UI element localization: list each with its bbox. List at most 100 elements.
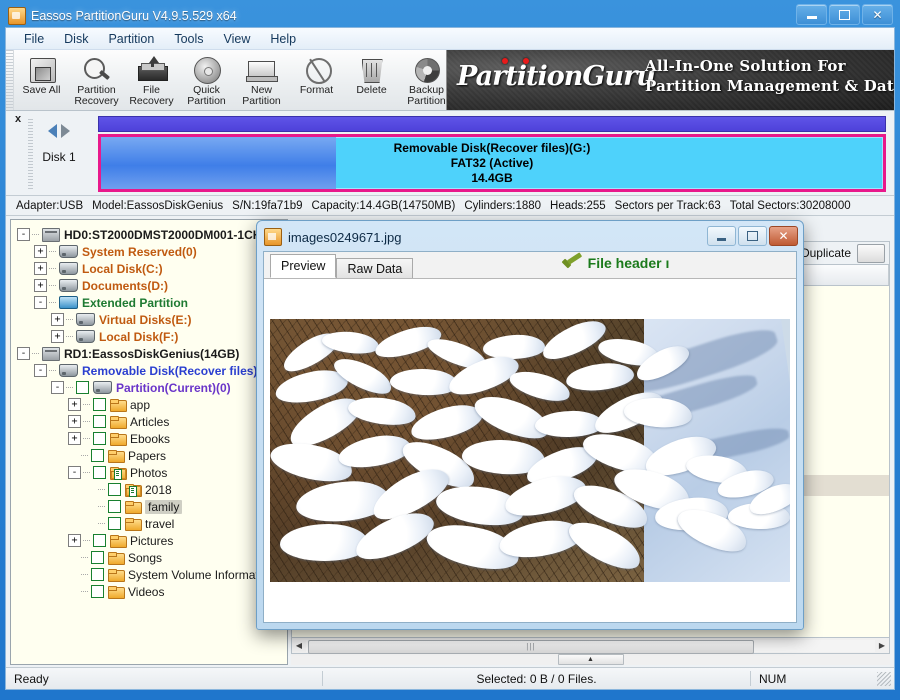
format-label: Format (299, 84, 334, 96)
delete-button[interactable]: Delete (344, 53, 399, 96)
tree-node[interactable]: + Articles (17, 413, 283, 430)
dialog-minimize-button[interactable] (707, 226, 736, 246)
tree-node[interactable]: - RD1:EassosDiskGenius(14GB) (17, 345, 283, 362)
format-button[interactable]: Format (289, 53, 344, 96)
tree-node[interactable]: System Volume Informatio (17, 566, 283, 583)
tree-checkbox[interactable] (93, 466, 106, 479)
expand-icon[interactable]: + (34, 279, 47, 292)
tree-node[interactable]: Songs (17, 549, 283, 566)
tree-node[interactable]: - Photos (17, 464, 283, 481)
expand-icon[interactable]: + (68, 534, 81, 547)
menu-help[interactable]: Help (260, 30, 306, 48)
tree-node[interactable]: - Removable Disk(Recover files)( (17, 362, 283, 379)
menu-disk[interactable]: Disk (54, 30, 98, 48)
close-button[interactable]: ✕ (862, 4, 893, 25)
disk-info-total-sectors: Total Sectors:30208000 (729, 199, 851, 212)
snow-clump (280, 524, 369, 561)
collapse-icon[interactable]: - (68, 466, 81, 479)
tree-node-label: Local Disk(C:) (82, 261, 163, 276)
image-preview-dialog[interactable]: images0249671.jpg ✕ Preview Raw Data Fil… (256, 220, 804, 630)
tree-checkbox[interactable] (93, 415, 106, 428)
tree-checkbox[interactable] (91, 551, 104, 564)
hscroll-track[interactable]: ||| (306, 639, 875, 654)
expand-icon[interactable]: + (51, 330, 64, 343)
options-button[interactable] (857, 243, 885, 263)
disk-info-cylinders: Cylinders:1880 (464, 199, 542, 212)
save-all-button[interactable]: Save All (14, 53, 69, 96)
tree-checkbox[interactable] (93, 432, 106, 445)
expand-icon[interactable]: + (34, 262, 47, 275)
dialog-close-button[interactable]: ✕ (769, 226, 798, 246)
dialog-maximize-button[interactable] (738, 226, 767, 246)
tree-node[interactable]: + Local Disk(C:) (17, 260, 283, 277)
tab-preview[interactable]: Preview (270, 254, 337, 278)
tree-node[interactable]: + Virtual Disks(E:) (17, 311, 283, 328)
tree-node[interactable]: + app (17, 396, 283, 413)
tree-checkbox[interactable] (91, 585, 104, 598)
tree-node[interactable]: + Pictures (17, 532, 283, 549)
menu-view[interactable]: View (214, 30, 261, 48)
menu-partition[interactable]: Partition (98, 30, 164, 48)
tree-node[interactable]: + System Reserved(0) (17, 243, 283, 260)
tree-node[interactable]: family (17, 498, 283, 515)
expand-icon[interactable]: + (34, 245, 47, 258)
maximize-button[interactable] (829, 4, 860, 25)
device-tree-panel[interactable]: - HD0:ST2000DMST2000DM001-1CH1 + System Res… (10, 219, 288, 665)
tree-checkbox[interactable] (76, 381, 89, 394)
menu-tools[interactable]: Tools (164, 30, 213, 48)
file-recovery-label-1: File (143, 84, 160, 96)
scroll-left-icon[interactable]: ◀ (292, 641, 306, 650)
quick-partition-button[interactable]: Quick Partition (179, 53, 234, 106)
tree-checkbox[interactable] (108, 483, 121, 496)
tree-node[interactable]: travel (17, 515, 283, 532)
resize-grip[interactable] (877, 671, 891, 686)
file-recovery-button[interactable]: File Recovery (124, 53, 179, 106)
menu-file[interactable]: File (14, 30, 54, 48)
splitter-handle[interactable]: ▲ (557, 654, 624, 665)
expand-icon[interactable]: + (51, 313, 64, 326)
collapse-icon[interactable]: - (51, 381, 64, 394)
scroll-right-icon[interactable]: ▶ (875, 641, 889, 650)
tree-node[interactable]: Videos (17, 583, 283, 600)
previous-disk-icon[interactable] (48, 124, 57, 138)
tree-node[interactable]: - Extended Partition (17, 294, 283, 311)
collapse-icon[interactable]: - (17, 347, 30, 360)
new-partition-button[interactable]: New Partition (234, 53, 289, 106)
tree-checkbox[interactable] (91, 568, 104, 581)
tree-node[interactable]: Papers (17, 447, 283, 464)
partition-recovery-button[interactable]: Partition Recovery (69, 53, 124, 106)
tree-connector (83, 404, 91, 405)
tree-node[interactable]: + Local Disk(F:) (17, 328, 283, 345)
banner-tagline: All-In-One Solution For Partition Manage… (645, 56, 894, 96)
hscroll-thumb[interactable]: ||| (308, 639, 754, 654)
minimize-button[interactable] (796, 4, 827, 25)
tree-node[interactable]: 2018 (17, 481, 283, 498)
expand-icon[interactable]: + (68, 415, 81, 428)
tree-node[interactable]: + Ebooks (17, 430, 283, 447)
next-disk-icon[interactable] (61, 124, 70, 138)
expand-icon[interactable]: + (68, 432, 81, 445)
toolbar-grip[interactable] (6, 50, 14, 110)
expand-icon[interactable]: + (68, 398, 81, 411)
partition-block[interactable]: Removable Disk(Recover files)(G:) FAT32 … (98, 134, 886, 192)
folder-icon (108, 449, 125, 463)
tree-checkbox[interactable] (91, 449, 104, 462)
tree-node[interactable]: - Partition(Current)(0) (17, 379, 283, 396)
disk-map-grip[interactable] (28, 119, 33, 189)
tree-connector (49, 370, 57, 371)
tab-raw-data[interactable]: Raw Data (336, 258, 414, 278)
tree-node[interactable]: + Documents(D:) (17, 277, 283, 294)
tree-checkbox[interactable] (108, 500, 121, 513)
tree-checkbox[interactable] (108, 517, 121, 530)
horizontal-splitter[interactable]: ▲ (291, 654, 890, 665)
tree-checkbox[interactable] (93, 534, 106, 547)
file-list-hscrollbar[interactable]: ◀ ||| ▶ (291, 638, 890, 654)
collapse-icon[interactable]: - (17, 228, 30, 241)
collapse-icon[interactable]: - (34, 296, 47, 309)
collapse-icon[interactable]: - (34, 364, 47, 377)
tree-node[interactable]: - HD0:ST2000DMST2000DM001-1CH1 (17, 226, 283, 243)
folder-icon (125, 517, 142, 531)
tree-checkbox[interactable] (93, 398, 106, 411)
